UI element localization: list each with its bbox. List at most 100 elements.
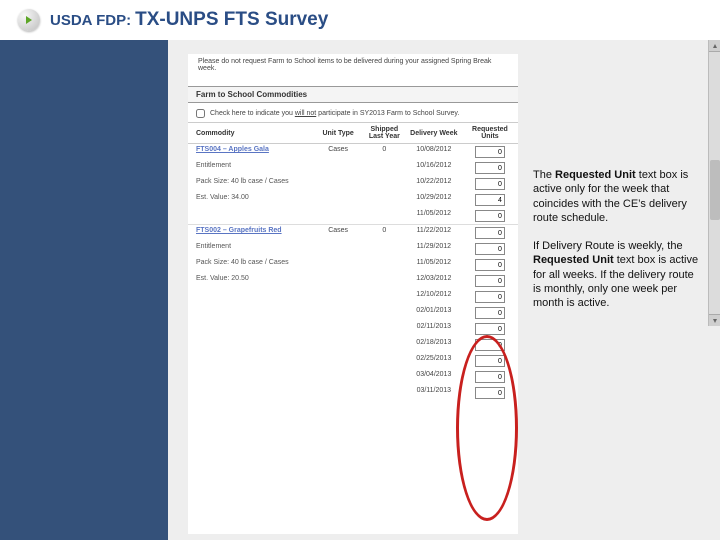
requested-units-input[interactable]	[475, 243, 505, 255]
requested-units-input[interactable]	[475, 275, 505, 287]
cell-delivery-week: 03/11/2013	[406, 385, 462, 401]
cell-requested	[462, 289, 518, 305]
cell-unit-type	[313, 257, 363, 273]
cell-unit-type	[313, 273, 363, 289]
cell-shipped	[363, 176, 406, 192]
cell-commodity: Est. Value: 20.50	[188, 273, 313, 289]
cell-delivery-week: 11/22/2012	[406, 225, 462, 242]
cell-shipped	[363, 273, 406, 289]
cell-delivery-week: 11/05/2012	[406, 257, 462, 273]
cell-requested	[462, 273, 518, 289]
cell-requested	[462, 369, 518, 385]
header-title: TX-UNPS FTS Survey	[135, 9, 328, 31]
product-name[interactable]: FTS002 – Grapefruits Red	[196, 227, 311, 234]
table-row: Pack Size: 40 lb case / Cases 10/22/2012	[188, 176, 518, 192]
requested-units-input[interactable]	[475, 259, 505, 271]
cell-requested	[462, 353, 518, 369]
cell-unit-type	[313, 160, 363, 176]
col-commodity: Commodity	[188, 123, 313, 144]
slide-header: USDA FDP: TX-UNPS FTS Survey	[0, 0, 720, 40]
cell-shipped	[363, 385, 406, 401]
cell-unit-type	[313, 385, 363, 401]
product-name[interactable]: FTS004 – Apples Gala	[196, 146, 311, 153]
cell-delivery-week: 02/18/2013	[406, 337, 462, 353]
cell-commodity	[188, 369, 313, 385]
requested-units-input[interactable]	[475, 194, 505, 206]
table-row: 02/18/2013	[188, 337, 518, 353]
table-row: 02/01/2013	[188, 305, 518, 321]
col-delivery: Delivery Week	[406, 123, 462, 144]
col-requested: Requested Units	[462, 123, 518, 144]
cell-shipped	[363, 321, 406, 337]
checkbox-label: Check here to indicate you will not part…	[210, 110, 459, 117]
notice-text: Please do not request Farm to School ite…	[188, 54, 518, 86]
table-row: Entitlement11/29/2012	[188, 241, 518, 257]
cell-commodity: Entitlement	[188, 160, 313, 176]
requested-units-input[interactable]	[475, 227, 505, 239]
cell-unit-type	[313, 289, 363, 305]
scroll-up-button[interactable]	[709, 40, 720, 52]
requested-units-input[interactable]	[475, 178, 505, 190]
cell-commodity	[188, 337, 313, 353]
requested-units-input[interactable]	[475, 291, 505, 303]
cell-requested	[462, 241, 518, 257]
scrollbar-vertical[interactable]	[708, 40, 720, 326]
scroll-thumb[interactable]	[710, 160, 720, 220]
table-row: FTS004 – Apples GalaCases010/08/2012	[188, 144, 518, 161]
cell-commodity	[188, 305, 313, 321]
cell-delivery-week: 02/01/2013	[406, 305, 462, 321]
cell-delivery-week: 11/05/2012	[406, 208, 462, 225]
table-row: FTS002 – Grapefruits RedCases011/22/2012	[188, 225, 518, 242]
cell-unit-type	[313, 241, 363, 257]
cell-unit-type	[313, 369, 363, 385]
cell-requested	[462, 176, 518, 192]
table-row: 03/11/2013	[188, 385, 518, 401]
cell-requested	[462, 385, 518, 401]
participation-checkbox[interactable]	[196, 109, 205, 118]
cell-shipped	[363, 305, 406, 321]
requested-units-input[interactable]	[475, 210, 505, 222]
cell-unit-type	[313, 337, 363, 353]
requested-units-input[interactable]	[475, 387, 505, 399]
cell-delivery-week: 03/04/2013	[406, 369, 462, 385]
cell-commodity	[188, 321, 313, 337]
cell-requested	[462, 257, 518, 273]
cell-delivery-week: 12/10/2012	[406, 289, 462, 305]
table-row: Est. Value: 20.5012/03/2012	[188, 273, 518, 289]
participation-checkbox-row: Check here to indicate you will not part…	[188, 103, 518, 122]
table-row: 02/25/2013	[188, 353, 518, 369]
cell-shipped	[363, 192, 406, 208]
table-row: 12/10/2012	[188, 289, 518, 305]
arrow-icon	[18, 9, 40, 31]
requested-units-input[interactable]	[475, 146, 505, 158]
cell-requested	[462, 160, 518, 176]
cell-shipped	[363, 241, 406, 257]
scroll-down-button[interactable]	[709, 314, 720, 326]
cell-shipped	[363, 208, 406, 225]
requested-units-input[interactable]	[475, 162, 505, 174]
cell-unit-type	[313, 192, 363, 208]
section-title: Farm to School Commodities	[188, 86, 518, 103]
cell-requested	[462, 305, 518, 321]
cell-shipped: 0	[363, 225, 406, 242]
col-unit-type: Unit Type	[313, 123, 363, 144]
requested-units-input[interactable]	[475, 339, 505, 351]
table-row: 03/04/2013	[188, 369, 518, 385]
cell-commodity: Pack Size: 40 lb case / Cases	[188, 176, 313, 192]
cell-commodity	[188, 385, 313, 401]
cell-requested	[462, 337, 518, 353]
table-row: Pack Size: 40 lb case / Cases11/05/2012	[188, 257, 518, 273]
col-shipped: Shipped Last Year	[363, 123, 406, 144]
requested-units-input[interactable]	[475, 307, 505, 319]
cell-unit-type: Cases	[313, 144, 363, 161]
requested-units-input[interactable]	[475, 323, 505, 335]
cell-commodity: Est. Value: 34.00	[188, 192, 313, 208]
cell-requested	[462, 144, 518, 161]
table-row: Est. Value: 34.0010/29/2012	[188, 192, 518, 208]
cell-commodity: FTS004 – Apples Gala	[188, 144, 313, 161]
requested-units-input[interactable]	[475, 355, 505, 367]
header-prefix: USDA FDP:	[50, 12, 131, 29]
cell-requested	[462, 321, 518, 337]
requested-units-input[interactable]	[475, 371, 505, 383]
cell-delivery-week: 10/22/2012	[406, 176, 462, 192]
